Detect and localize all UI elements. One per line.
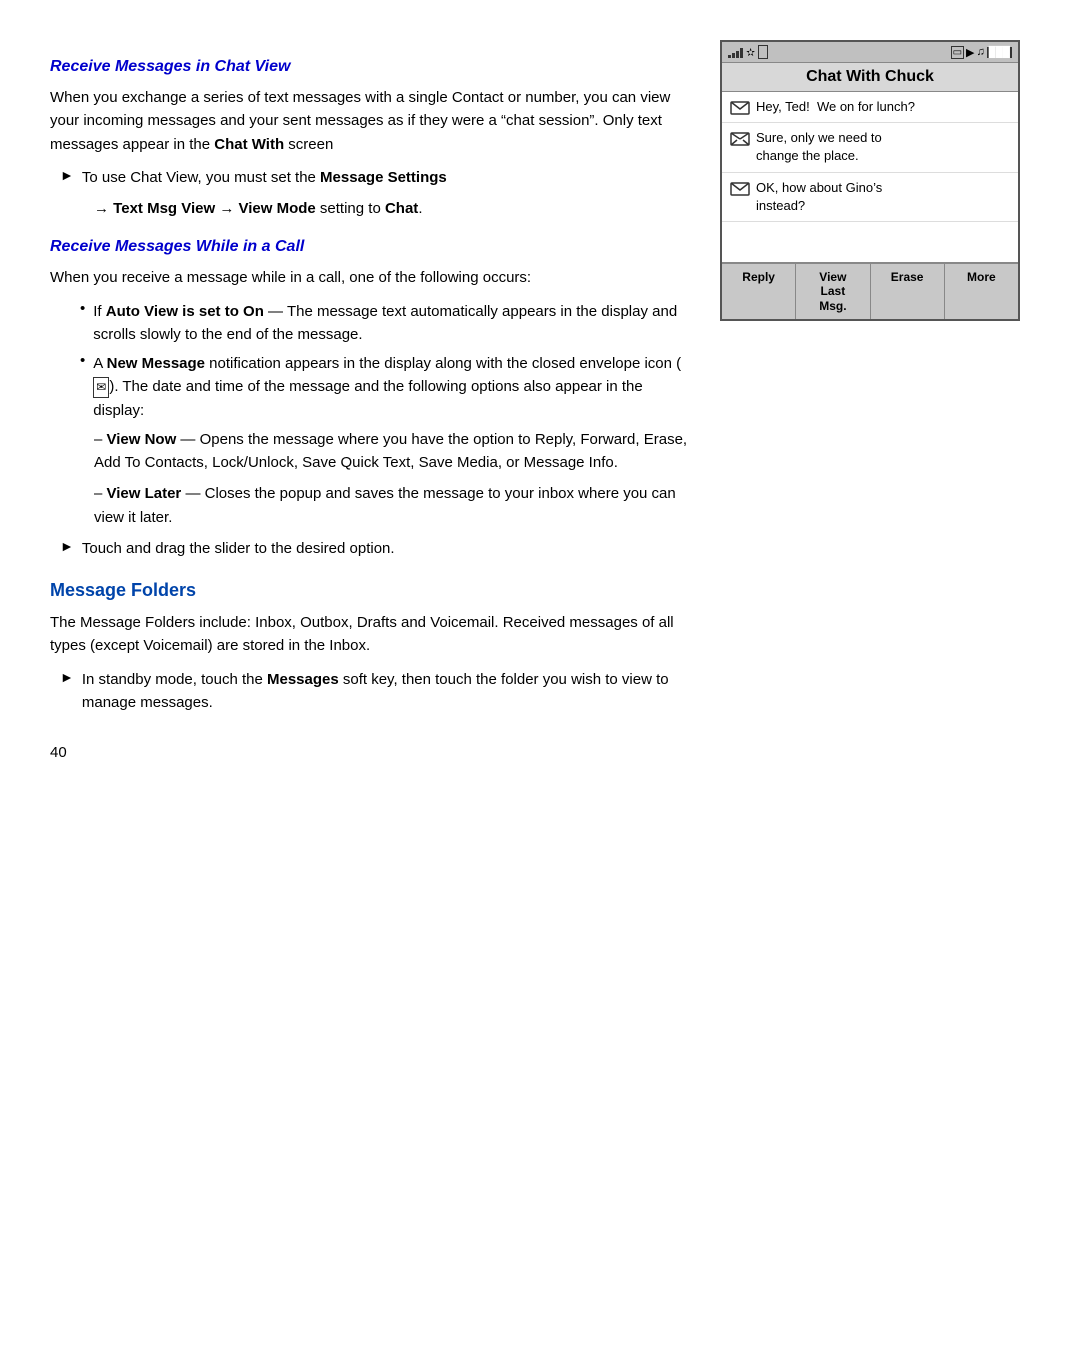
chat-message-2: Sure, only we need tochange the place. [722,123,1018,172]
section-message-folders-heading: Message Folders [50,580,690,601]
status-icon-rect: ▭ [951,46,964,59]
bullet-arrow-icon-2: ► [60,538,74,554]
new-message-bullet: • A New Message notification appears in … [80,352,690,422]
chat-spacer [722,222,1018,262]
sub-bullet-dot-1: • [80,300,85,317]
section-messages-in-call: Receive Messages While in a Call When yo… [50,238,690,560]
status-icon-box [758,45,768,59]
signal-bar-4 [740,48,743,58]
bullet-arrow-icon: ► [60,167,74,183]
status-right: ▭ ▶ ♫ ███ [951,46,1012,59]
phone-btn-view-last[interactable]: ViewLastMsg. [796,264,870,319]
bullet-arrow-icon-3: ► [60,669,74,685]
left-column: Receive Messages in Chat View When you e… [50,40,690,761]
status-icon-play: ▶ [966,46,974,59]
phone-btn-erase[interactable]: Erase [871,264,945,319]
chat-view-body: When you exchange a series of text messa… [50,86,690,156]
standby-bullet: ► In standby mode, touch the Messages so… [50,668,690,715]
signal-bar-3 [736,51,739,58]
chat-text-1: Hey, Ted! We on for lunch? [756,98,915,116]
slider-bullet: ► Touch and drag the slider to the desir… [50,537,690,560]
signal-bar-2 [732,53,735,58]
chat-message-3: OK, how about Gino’sinstead? [722,173,1018,222]
section-chat-view: Receive Messages in Chat View When you e… [50,58,690,220]
chat-icon-3 [730,181,750,197]
sub-bullet-dot-2: • [80,352,85,369]
phone-btn-more[interactable]: More [945,264,1018,319]
chat-icon-1 [730,100,750,116]
signal-bar-1 [728,55,731,58]
status-icon-music: ♫ [976,46,984,58]
envelope-icon: ✉ [93,377,109,398]
auto-view-bullet: • If Auto View is set to On — The messag… [80,300,690,347]
call-body: When you receive a message while in a ca… [50,266,690,289]
chat-text-3: OK, how about Gino’sinstead? [756,179,882,215]
phone-bottom-bar: Reply ViewLastMsg. Erase More [722,262,1018,319]
section-chat-view-heading: Receive Messages in Chat View [50,58,690,76]
view-now-dash: – View Now — Opens the message where you… [50,428,690,475]
chat-view-bullet1: ► To use Chat View, you must set the Mes… [50,166,690,189]
phone-mockup: ✫ ▭ ▶ ♫ ███ Chat With Chuck [720,40,1020,321]
chat-icon-2 [730,131,750,147]
chat-message-1: Hey, Ted! We on for lunch? [722,92,1018,123]
section-message-folders: Message Folders The Message Folders incl… [50,580,690,714]
page-number: 40 [50,744,690,761]
arrow-setting-text: → Text Msg View → View Mode setting to C… [50,197,690,220]
phone-mockup-container: ✫ ▭ ▶ ♫ ███ Chat With Chuck [720,40,1030,321]
view-later-dash: – View Later — Closes the popup and save… [50,482,690,529]
status-left: ✫ [728,45,768,59]
chat-text-2: Sure, only we need tochange the place. [756,129,882,165]
phone-btn-reply[interactable]: Reply [722,264,796,319]
phone-status-bar: ✫ ▭ ▶ ♫ ███ [722,42,1018,63]
signal-bars [728,46,743,58]
folders-body: The Message Folders include: Inbox, Outb… [50,611,690,658]
status-icon-settings: ✫ [746,46,755,59]
status-battery: ███ [987,47,1012,58]
phone-title-bar: Chat With Chuck [722,63,1018,92]
section-messages-in-call-heading: Receive Messages While in a Call [50,238,690,256]
phone-chat-area: Hey, Ted! We on for lunch? [722,92,1018,262]
